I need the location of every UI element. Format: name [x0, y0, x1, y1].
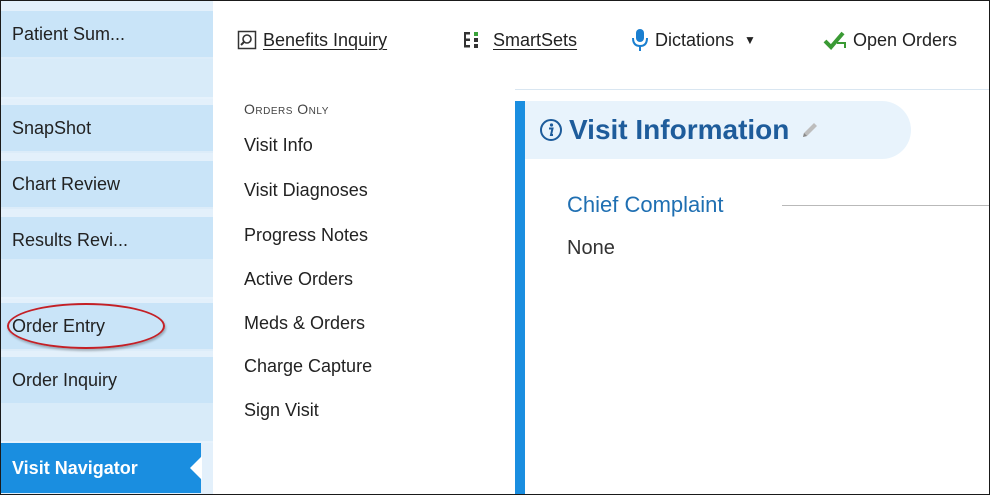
toolbar: Benefits Inquiry SmartSets Dictations ▼ [213, 1, 989, 90]
nav-section-header: Orders Only [244, 101, 329, 117]
dictations-label: Dictations [655, 29, 735, 50]
sidebar-item-results-review[interactable]: Results Revi... [1, 217, 213, 265]
search-document-icon [237, 30, 257, 50]
highlight-oval [7, 303, 165, 349]
activity-sidebar: Patient Sum... SnapShot Chart Review Res… [1, 1, 213, 494]
divider [782, 205, 989, 206]
check-icon [823, 31, 846, 50]
nav-item-meds-orders[interactable]: Meds & Orders [244, 313, 365, 334]
chief-complaint-label: Chief Complaint [567, 192, 724, 217]
sidebar-item-visit-navigator[interactable]: Visit Navigator [1, 443, 202, 493]
open-orders-label: Open Orders [853, 29, 958, 50]
smartsets-label: SmartSets [493, 29, 578, 50]
nav-item-progress-notes[interactable]: Progress Notes [244, 225, 368, 246]
sidebar-item-label: Chart Review [12, 173, 121, 194]
microphone-icon [632, 29, 648, 51]
smartsets-button[interactable]: SmartSets [463, 27, 577, 53]
chief-complaint-value: None [567, 237, 615, 259]
sidebar-item-label: Order Inquiry [12, 369, 118, 390]
sidebar-item-order-inquiry[interactable]: Order Inquiry [1, 357, 213, 405]
sidebar-item-label: Patient Sum... [12, 23, 126, 44]
info-icon [540, 119, 562, 141]
chevron-down-icon[interactable]: ▼ [744, 33, 756, 47]
benefits-inquiry-label: Benefits Inquiry [263, 29, 388, 50]
nav-item-active-orders[interactable]: Active Orders [244, 269, 353, 290]
nav-item-sign-visit[interactable]: Sign Visit [244, 400, 319, 421]
sidebar-item-chart-review[interactable]: Chart Review [1, 161, 213, 209]
sidebar-item-patient-summary[interactable]: Patient Sum... [1, 11, 213, 59]
benefits-inquiry-button[interactable]: Benefits Inquiry [237, 27, 387, 53]
nav-item-visit-info[interactable]: Visit Info [244, 135, 313, 156]
open-orders-button[interactable]: Open Orders [823, 27, 957, 53]
sidebar-spacer [1, 259, 213, 299]
section-title: Visit Information [569, 114, 790, 145]
sidebar-item-label: SnapShot [12, 117, 92, 138]
sidebar-item-label: Results Revi... [12, 229, 129, 250]
sidebar-spacer [1, 59, 213, 99]
pencil-icon[interactable] [799, 119, 821, 141]
smartsets-icon [464, 32, 478, 48]
dictations-button[interactable]: Dictations ▼ [631, 27, 756, 53]
nav-item-visit-diagnoses[interactable]: Visit Diagnoses [244, 180, 368, 201]
visit-information-header: Visit Information [525, 101, 911, 159]
nav-item-charge-capture[interactable]: Charge Capture [244, 356, 372, 377]
sidebar-spacer [1, 403, 213, 443]
app-frame: Patient Sum... SnapShot Chart Review Res… [0, 0, 990, 495]
section-accent-bar [515, 101, 525, 494]
sidebar-item-snapshot[interactable]: SnapShot [1, 105, 213, 153]
sidebar-item-label: Visit Navigator [12, 457, 138, 478]
